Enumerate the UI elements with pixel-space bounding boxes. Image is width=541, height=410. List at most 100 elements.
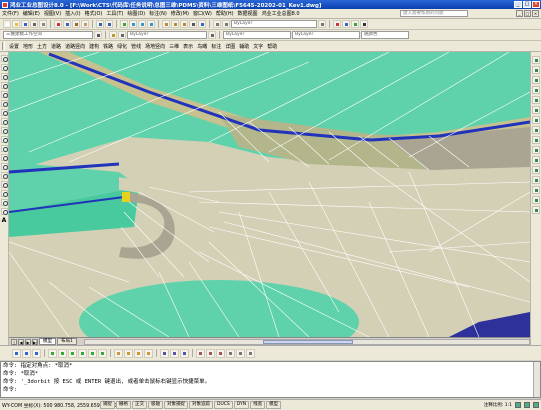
polyline-icon[interactable] bbox=[0, 73, 8, 80]
copy-object-icon[interactable] bbox=[532, 66, 540, 74]
layer-combo[interactable]: ByLayer bbox=[231, 20, 317, 28]
func-site-vertical[interactable]: 场地竖向 bbox=[145, 43, 165, 50]
wireframe-icon[interactable] bbox=[206, 348, 215, 358]
ne-iso-icon[interactable] bbox=[134, 348, 143, 358]
polar-toggle[interactable]: 极轴 bbox=[148, 401, 163, 409]
layer-manager-icon[interactable] bbox=[109, 31, 117, 39]
lock-icon[interactable] bbox=[524, 402, 530, 408]
grid-toggle[interactable]: 栅格 bbox=[116, 401, 131, 409]
dyn-toggle[interactable]: DYN bbox=[233, 401, 250, 409]
doc-close-button[interactable]: × bbox=[532, 10, 539, 17]
hatch-icon[interactable] bbox=[0, 181, 8, 188]
left-view-icon[interactable] bbox=[68, 348, 77, 358]
layer-icon[interactable] bbox=[213, 20, 221, 28]
ortho-toggle[interactable]: 正交 bbox=[132, 401, 147, 409]
toolbar-grip[interactable] bbox=[2, 42, 5, 50]
top-view-icon[interactable] bbox=[48, 348, 57, 358]
lineweight-combo[interactable]: ByLayer bbox=[292, 31, 360, 39]
orbit-icon[interactable] bbox=[160, 348, 169, 358]
design-center-icon[interactable] bbox=[171, 20, 179, 28]
tab-first-button[interactable]: |◀ bbox=[11, 338, 17, 350]
clean-screen-icon[interactable] bbox=[533, 402, 539, 408]
cut-icon[interactable] bbox=[54, 20, 62, 28]
preview-icon[interactable] bbox=[39, 20, 47, 28]
shade-icon[interactable] bbox=[196, 348, 205, 358]
func-road[interactable]: 道路 bbox=[51, 43, 61, 50]
close-button[interactable]: × bbox=[532, 1, 540, 8]
func-auxiliary[interactable]: 辅助 bbox=[239, 43, 249, 50]
table-icon[interactable] bbox=[0, 208, 8, 215]
help-search-input[interactable]: 键入需要帮助的问题 bbox=[400, 10, 468, 17]
drawing-canvas[interactable] bbox=[9, 52, 530, 337]
explode-icon[interactable] bbox=[532, 206, 540, 214]
camera-icon[interactable] bbox=[226, 348, 235, 358]
zoom-previous-icon[interactable] bbox=[147, 20, 155, 28]
menu-window[interactable]: 窗口(W) bbox=[193, 10, 212, 17]
func-3d[interactable]: 三维 bbox=[169, 43, 179, 50]
join-icon[interactable] bbox=[532, 176, 540, 184]
gradient-icon[interactable] bbox=[0, 190, 8, 197]
lineweight-toggle[interactable]: 线宽 bbox=[250, 401, 266, 409]
continuous-orbit-icon[interactable] bbox=[180, 348, 189, 358]
se-iso-icon[interactable] bbox=[124, 348, 133, 358]
rectangle-icon[interactable] bbox=[0, 91, 8, 98]
back-view-icon[interactable] bbox=[98, 348, 107, 358]
annotation-visibility-icon[interactable] bbox=[515, 402, 521, 408]
func-annotate[interactable]: 标注 bbox=[211, 43, 221, 50]
copy-icon[interactable] bbox=[63, 20, 71, 28]
ducs-toggle[interactable]: DUCS bbox=[214, 401, 233, 409]
ucs-world-icon[interactable] bbox=[22, 348, 31, 358]
stretch-icon[interactable] bbox=[532, 136, 540, 144]
calculator-icon[interactable] bbox=[189, 20, 197, 28]
chamfer-icon[interactable] bbox=[532, 186, 540, 194]
open-icon[interactable] bbox=[12, 20, 20, 28]
color-combo[interactable]: 随颜色 bbox=[361, 31, 409, 39]
annotation-scale[interactable]: 注释比例: 1:1 bbox=[484, 402, 512, 408]
func-aerial[interactable]: 鸟瞰 bbox=[197, 43, 207, 50]
doc-minimize-button[interactable]: _ bbox=[516, 10, 523, 17]
zoom-realtime-icon[interactable] bbox=[129, 20, 137, 28]
offset-icon[interactable] bbox=[532, 86, 540, 94]
func-terrain[interactable]: 地形 bbox=[23, 43, 33, 50]
command-prompt[interactable]: 命令: bbox=[1, 386, 540, 394]
sw-iso-icon[interactable] bbox=[114, 348, 123, 358]
match-prop-icon[interactable] bbox=[81, 20, 89, 28]
func-earthwork[interactable]: 土方 bbox=[37, 43, 47, 50]
ucs-icon[interactable] bbox=[12, 348, 21, 358]
print-icon[interactable] bbox=[30, 20, 38, 28]
tab-next-button[interactable]: ▶ bbox=[25, 338, 31, 345]
menu-draw[interactable]: 绘图(D) bbox=[127, 10, 145, 17]
make-current-icon[interactable] bbox=[208, 31, 216, 39]
construction-line-icon[interactable] bbox=[0, 64, 8, 71]
region-icon[interactable] bbox=[0, 199, 8, 206]
menu-help[interactable]: 帮助(H) bbox=[216, 10, 234, 17]
save-icon[interactable] bbox=[21, 20, 29, 28]
linetype-icon[interactable] bbox=[342, 20, 350, 28]
new-icon[interactable] bbox=[3, 20, 11, 28]
array-icon[interactable] bbox=[532, 96, 540, 104]
spline-icon[interactable] bbox=[0, 127, 8, 134]
right-view-icon[interactable] bbox=[78, 348, 87, 358]
trim-icon[interactable] bbox=[532, 146, 540, 154]
tab-layout1[interactable]: 布局1 bbox=[57, 338, 77, 345]
menu-insert[interactable]: 插入(I) bbox=[65, 10, 80, 17]
multiline-text-icon[interactable]: A bbox=[2, 217, 7, 224]
pan-icon[interactable] bbox=[120, 20, 128, 28]
ucs-previous-icon[interactable] bbox=[32, 348, 41, 358]
scale-icon[interactable] bbox=[532, 126, 540, 134]
func-text[interactable]: 文字 bbox=[253, 43, 263, 50]
func-pipeline[interactable]: 管线 bbox=[131, 43, 141, 50]
mirror-icon[interactable] bbox=[532, 76, 540, 84]
tab-model[interactable]: 模型 bbox=[39, 338, 56, 345]
menu-hongye[interactable]: 鸿业工业总图8.0 bbox=[262, 10, 300, 17]
snap-toggle[interactable]: 捕捉 bbox=[100, 401, 115, 409]
fillet-icon[interactable] bbox=[532, 196, 540, 204]
func-road-vertical[interactable]: 道路竖向 bbox=[65, 43, 85, 50]
zoom-window-icon[interactable] bbox=[138, 20, 146, 28]
linetype-combo[interactable]: ByLayer bbox=[223, 31, 291, 39]
fly-icon[interactable] bbox=[246, 348, 255, 358]
layer-freeze-icon[interactable] bbox=[118, 31, 126, 39]
otrack-toggle[interactable]: 对象追踪 bbox=[189, 401, 213, 409]
layer-state-icon[interactable] bbox=[222, 20, 230, 28]
insert-block-icon[interactable] bbox=[0, 154, 8, 161]
